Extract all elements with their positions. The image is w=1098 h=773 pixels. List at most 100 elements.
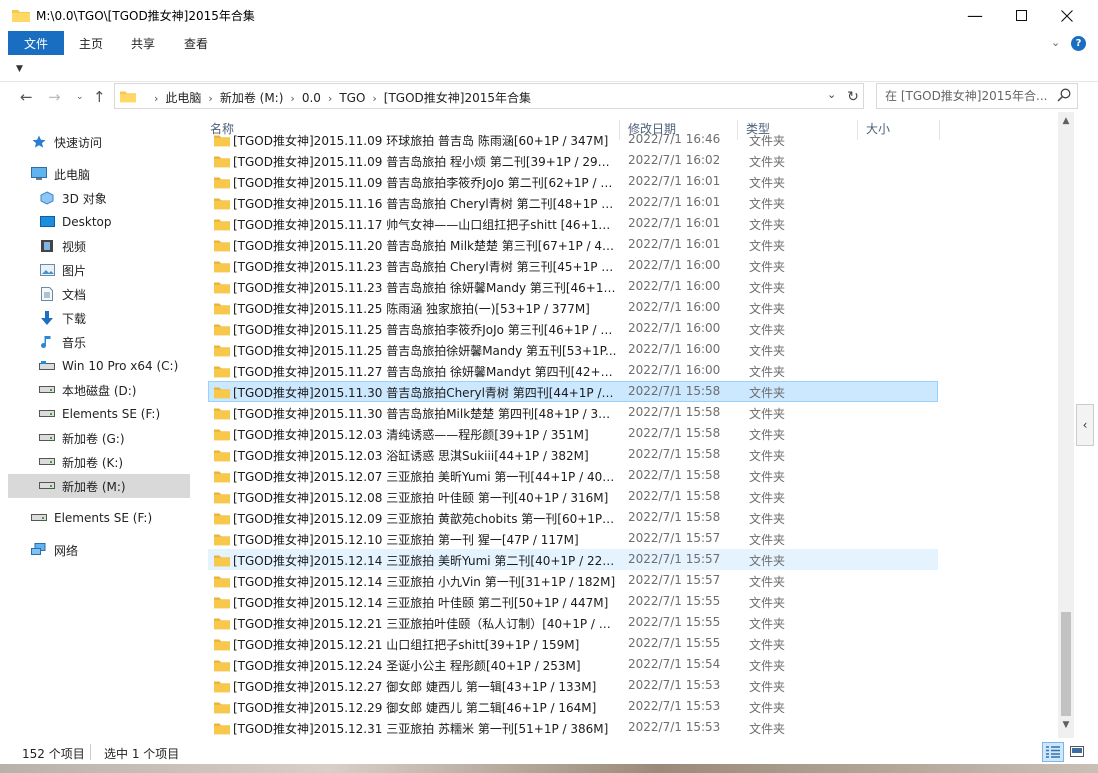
table-row[interactable]: [TGOD推女神]2015.11.23 普吉岛旅拍 Cheryl青树 第三刊[4… — [208, 255, 938, 276]
nav-drive-k[interactable]: 新加卷 (K:) — [38, 450, 188, 474]
file-name[interactable]: [TGOD推女神]2015.12.08 三亚旅拍 叶佳颐 第一刊[40+1P /… — [233, 489, 617, 506]
file-name[interactable]: [TGOD推女神]2015.11.25 普吉岛旅拍李筱乔JoJo 第三刊[46+… — [233, 321, 617, 338]
nav-downloads[interactable]: 下载 — [38, 306, 188, 330]
nav-drive-g[interactable]: 新加卷 (G:) — [38, 426, 188, 450]
tab-share[interactable]: 共享 — [131, 35, 155, 52]
table-row[interactable]: [TGOD推女神]2015.11.23 普吉岛旅拍 徐妍馨Mandy 第三刊[4… — [208, 276, 938, 297]
nav-elements-drive[interactable]: Elements SE (F:) — [30, 506, 180, 530]
table-row[interactable]: [TGOD推女神]2015.12.21 三亚旅拍叶佳颐（私人订制）[40+1P … — [208, 612, 938, 633]
table-row[interactable]: [TGOD推女神]2015.11.25 陈雨涵 独家旅拍(一)[53+1P / … — [208, 297, 938, 318]
table-row[interactable]: [TGOD推女神]2015.12.14 三亚旅拍 小九Vin 第一刊[31+1P… — [208, 570, 938, 591]
table-row[interactable]: [TGOD推女神]2015.12.14 三亚旅拍 美昕Yumi 第二刊[40+1… — [208, 549, 938, 570]
details-view-icon[interactable] — [1042, 742, 1064, 762]
breadcrumb-separator-icon[interactable]: › — [290, 92, 294, 105]
nav-3d-objects[interactable]: 3D 对象 — [38, 186, 188, 210]
pane-splitter[interactable] — [192, 112, 202, 738]
nav-videos[interactable]: 视频 — [38, 234, 188, 258]
table-row[interactable]: [TGOD推女神]2015.11.09 普吉岛旅拍 程小烦 第二刊[39+1P … — [208, 150, 938, 171]
table-row[interactable]: [TGOD推女神]2015.11.09 环球旅拍 普吉岛 陈雨涵[60+1P /… — [208, 129, 938, 150]
nav-quick-access[interactable]: 快速访问 — [30, 130, 180, 154]
file-name[interactable]: [TGOD推女神]2015.11.30 普吉岛旅拍Cheryl青树 第四刊[44… — [233, 384, 617, 401]
table-row[interactable]: [TGOD推女神]2015.11.17 帅气女神——山口组扛把子shitt [4… — [208, 213, 938, 234]
customize-toolbar-dropdown-icon[interactable]: ▼ — [16, 64, 23, 74]
forward-arrow-icon[interactable]: → — [48, 88, 61, 106]
file-name[interactable]: [TGOD推女神]2015.12.03 清纯诱惑——程彤颜[39+1P / 35… — [233, 426, 617, 443]
breadcrumb-separator-icon[interactable]: › — [208, 92, 212, 105]
file-name[interactable]: [TGOD推女神]2015.11.25 陈雨涵 独家旅拍(一)[53+1P / … — [233, 300, 617, 317]
file-name[interactable]: [TGOD推女神]2015.12.24 圣诞小公主 程彤颜[40+1P / 25… — [233, 657, 617, 674]
large-icons-view-icon[interactable] — [1066, 742, 1088, 762]
nav-documents[interactable]: 文档 — [38, 282, 188, 306]
table-row[interactable]: [TGOD推女神]2015.12.29 御女郎 婕西儿 第二辑[46+1P / … — [208, 696, 938, 717]
table-row[interactable]: [TGOD推女神]2015.11.30 普吉岛旅拍Milk楚楚 第四刊[48+1… — [208, 402, 938, 423]
file-name[interactable]: [TGOD推女神]2015.12.10 三亚旅拍 第一刊 猩一[47P / 11… — [233, 531, 617, 548]
nav-drive-c[interactable]: Win 10 Pro x64 (C:) — [38, 354, 188, 378]
nav-music[interactable]: 音乐 — [38, 330, 188, 354]
collapse-chevron-icon[interactable]: ‹ — [1076, 404, 1094, 446]
address-history-chevron-icon[interactable]: ⌄ — [827, 88, 836, 101]
nav-network[interactable]: 网络 — [30, 538, 180, 562]
file-name[interactable]: [TGOD推女神]2015.11.16 普吉岛旅拍 Cheryl青树 第二刊[4… — [233, 195, 617, 212]
table-row[interactable]: [TGOD推女神]2015.12.09 三亚旅拍 黄歆苑chobits 第一刊[… — [208, 507, 938, 528]
search-box[interactable] — [876, 83, 1078, 109]
scrollbar-thumb[interactable] — [1061, 612, 1071, 716]
table-row[interactable]: [TGOD推女神]2015.11.09 普吉岛旅拍李筱乔JoJo 第二刊[62+… — [208, 171, 938, 192]
breadcrumb-folder-00[interactable]: 0.0 — [302, 91, 321, 105]
close-icon[interactable] — [1044, 0, 1090, 31]
back-arrow-icon[interactable]: ← — [20, 88, 33, 106]
nav-drive-d[interactable]: 本地磁盘 (D:) — [38, 378, 188, 402]
table-row[interactable]: [TGOD推女神]2015.11.16 普吉岛旅拍 Cheryl青树 第二刊[4… — [208, 192, 938, 213]
breadcrumb-this-pc[interactable]: 此电脑 — [165, 89, 201, 106]
table-row[interactable]: [TGOD推女神]2015.12.10 三亚旅拍 第一刊 猩一[47P / 11… — [208, 528, 938, 549]
scroll-up-arrow-icon[interactable]: ▲ — [1058, 114, 1074, 128]
nav-desktop[interactable]: Desktop — [38, 210, 188, 234]
file-name[interactable]: [TGOD推女神]2015.12.03 浴缸诱惑 思淇Sukiii[44+1P … — [233, 447, 617, 464]
file-name[interactable]: [TGOD推女神]2015.11.20 普吉岛旅拍 Milk楚楚 第三刊[67+… — [233, 237, 617, 254]
file-name[interactable]: [TGOD推女神]2015.11.27 普吉岛旅拍 徐妍馨Mandyt 第四刊[… — [233, 363, 617, 380]
file-name[interactable]: [TGOD推女神]2015.12.14 三亚旅拍 叶佳颐 第二刊[50+1P /… — [233, 594, 617, 611]
file-name[interactable]: [TGOD推女神]2015.12.07 三亚旅拍 美昕Yumi 第一刊[44+1… — [233, 468, 617, 485]
maximize-icon[interactable] — [998, 0, 1044, 31]
breadcrumb-folder-tgo[interactable]: TGO — [339, 91, 365, 105]
nav-drive-m[interactable]: 新加卷 (M:) — [8, 474, 190, 498]
file-name[interactable]: [TGOD推女神]2015.12.29 御女郎 婕西儿 第二辑[46+1P / … — [233, 699, 617, 716]
up-arrow-icon[interactable]: ↑ — [93, 88, 106, 106]
minimize-icon[interactable]: — — [952, 0, 998, 31]
vertical-scrollbar[interactable]: ▲ ▼ — [1058, 112, 1074, 738]
file-name[interactable]: [TGOD推女神]2015.12.14 三亚旅拍 小九Vin 第一刊[31+1P… — [233, 573, 617, 590]
nav-this-pc[interactable]: 此电脑 — [30, 162, 180, 186]
file-name[interactable]: [TGOD推女神]2015.11.25 普吉岛旅拍徐妍馨Mandy 第五刊[53… — [233, 342, 617, 359]
tab-file[interactable]: 文件 — [8, 31, 64, 55]
file-name[interactable]: [TGOD推女神]2015.12.31 三亚旅拍 苏糯米 第一刊[51+1P /… — [233, 720, 617, 737]
table-row[interactable]: [TGOD推女神]2015.12.08 三亚旅拍 叶佳颐 第一刊[40+1P /… — [208, 486, 938, 507]
file-name[interactable]: [TGOD推女神]2015.12.21 三亚旅拍叶佳颐（私人订制）[40+1P … — [233, 615, 617, 632]
file-name[interactable]: [TGOD推女神]2015.12.21 山口组扛把子shitt[39+1P / … — [233, 636, 617, 653]
table-row[interactable]: [TGOD推女神]2015.11.25 普吉岛旅拍李筱乔JoJo 第三刊[46+… — [208, 318, 938, 339]
tab-view[interactable]: 查看 — [184, 35, 208, 52]
table-row[interactable]: [TGOD推女神]2015.11.27 普吉岛旅拍 徐妍馨Mandyt 第四刊[… — [208, 360, 938, 381]
file-name[interactable]: [TGOD推女神]2015.11.23 普吉岛旅拍 徐妍馨Mandy 第三刊[4… — [233, 279, 617, 296]
tab-home[interactable]: 主页 — [79, 35, 103, 52]
table-row[interactable]: [TGOD推女神]2015.11.20 普吉岛旅拍 Milk楚楚 第三刊[67+… — [208, 234, 938, 255]
breadcrumb-separator-icon[interactable]: › — [372, 92, 376, 105]
table-row[interactable]: [TGOD推女神]2015.12.24 圣诞小公主 程彤颜[40+1P / 25… — [208, 654, 938, 675]
refresh-icon[interactable]: ↻ — [842, 84, 864, 110]
table-row[interactable]: [TGOD推女神]2015.12.21 山口组扛把子shitt[39+1P / … — [208, 633, 938, 654]
file-name[interactable]: [TGOD推女神]2015.11.30 普吉岛旅拍Milk楚楚 第四刊[48+1… — [233, 405, 617, 422]
file-name[interactable]: [TGOD推女神]2015.12.14 三亚旅拍 美昕Yumi 第二刊[40+1… — [233, 552, 617, 569]
search-icon[interactable] — [1057, 88, 1071, 105]
file-name[interactable]: [TGOD推女神]2015.12.09 三亚旅拍 黄歆苑chobits 第一刊[… — [233, 510, 617, 527]
file-name[interactable]: [TGOD推女神]2015.11.17 帅气女神——山口组扛把子shitt [4… — [233, 216, 617, 233]
breadcrumb-separator-icon[interactable]: › — [328, 92, 332, 105]
address-bar[interactable]: › 此电脑 › 新加卷 (M:) › 0.0 › TGO › [TGOD推女神]2015年合集 ⌄ — [114, 83, 864, 109]
table-row[interactable]: [TGOD推女神]2015.12.03 浴缸诱惑 思淇Sukiii[44+1P … — [208, 444, 938, 465]
table-row[interactable]: [TGOD推女神]2015.12.31 三亚旅拍 苏糯米 第一刊[51+1P /… — [208, 717, 938, 738]
file-name[interactable]: [TGOD推女神]2015.11.09 普吉岛旅拍 程小烦 第二刊[39+1P … — [233, 153, 617, 170]
table-row[interactable]: [TGOD推女神]2015.11.30 普吉岛旅拍Cheryl青树 第四刊[44… — [208, 381, 938, 402]
file-name[interactable]: [TGOD推女神]2015.11.09 环球旅拍 普吉岛 陈雨涵[60+1P /… — [233, 132, 617, 149]
breadcrumb-drive-m[interactable]: 新加卷 (M:) — [220, 89, 284, 106]
table-row[interactable]: [TGOD推女神]2015.12.14 三亚旅拍 叶佳颐 第二刊[50+1P /… — [208, 591, 938, 612]
help-icon[interactable]: ? — [1071, 36, 1086, 51]
table-row[interactable]: [TGOD推女神]2015.12.27 御女郎 婕西儿 第一辑[43+1P / … — [208, 675, 938, 696]
nav-drive-f[interactable]: Elements SE (F:) — [38, 402, 188, 426]
